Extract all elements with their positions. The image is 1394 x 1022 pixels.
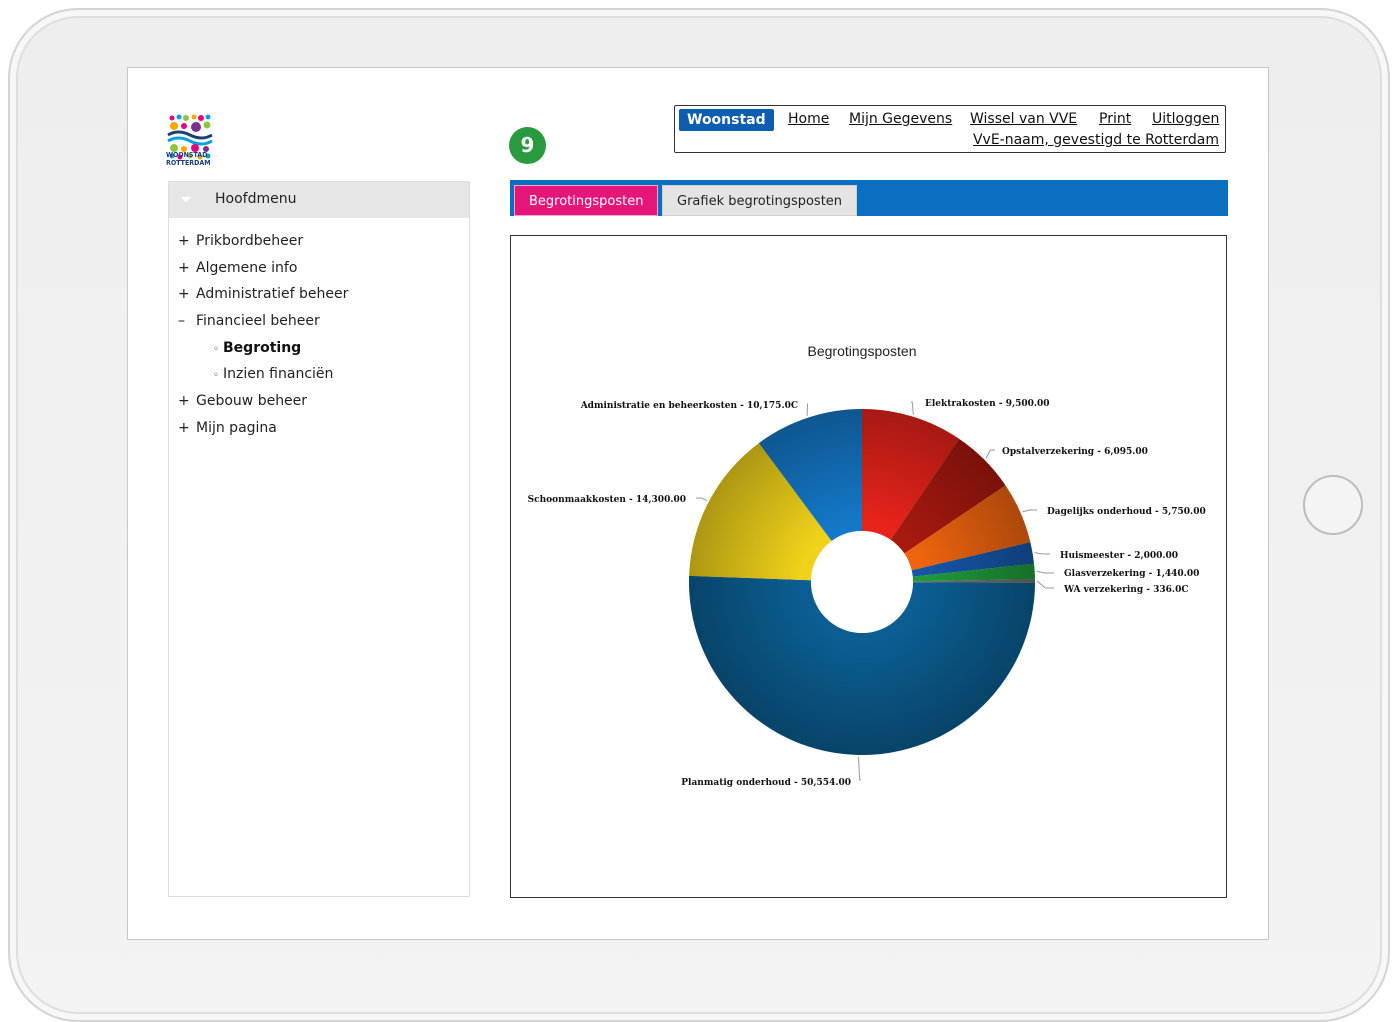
menu-item-label: Prikbordbeheer [196,233,304,249]
chart-panel: Elektrakosten - 9,500.00 Opstalverzekerin… [510,235,1227,898]
slice-label: Schoonmaakkosten - 14,300.00 [528,495,686,505]
tab-bar: Begrotingsposten Grafiek begrotingsposte… [510,180,1228,216]
donut-chart: Elektrakosten - 9,500.00 Opstalverzekerin… [528,343,1206,788]
slice-label: WA verzekering - 336.0C [1063,585,1189,595]
slice-leader-line [806,403,809,416]
tablet-home-button [1303,475,1363,535]
donut-hole [811,531,913,633]
menu-item-label: Administratief beheer [196,286,349,303]
menu-item-inzien-financien[interactable]: ◦ Inzien financiën [169,361,469,388]
slice-label: Planmatig onderhoud - 50,554.00 [681,778,851,788]
home-link[interactable]: Home [788,111,829,127]
sidebar-title: Hoofdmenu [215,191,297,207]
slice-leader-line [857,756,861,781]
slice-leader-line [1036,570,1054,574]
slice-label: Elektrakosten - 9,500.00 [925,399,1050,409]
slice-label: Dagelijks onderhoud - 5,750.00 [1047,507,1206,517]
slice-leader-line [1022,509,1037,513]
menu-item-begroting[interactable]: ◦ Begroting [169,335,469,362]
slice-label: Administratie en beheerkosten - 10,175.0… [580,401,798,411]
slice-leader-line [1034,552,1050,555]
slice-leader-line [985,449,995,459]
menu-item-mijn-pagina[interactable]: + Mijn pagina [169,415,469,442]
menu-item-financieel-beheer[interactable]: – Financieel beheer [169,308,469,335]
slice-leader-line [911,401,914,415]
expand-icon: + [178,393,190,410]
slice-label: Opstalverzekering - 6,095.00 [1002,447,1148,457]
step-badge: 9 [509,127,546,164]
logo-text-line2: ROTTERDAM [166,159,211,167]
main-menu: + Prikbordbeheer + Algemene info + Administ… [169,228,469,442]
expand-icon: + [178,286,190,303]
menu-item-label: Gebouw beheer [196,393,308,410]
menu-item-algemene-info[interactable]: + Algemene info [169,255,469,282]
menu-item-label: Mijn pagina [196,419,277,436]
bullet-icon: ◦ [213,370,219,382]
top-navigation: Woonstad Home Mijn Gegevens Wissel van V… [674,105,1226,153]
menu-item-label: Inzien financiën [223,366,334,383]
uitloggen-link[interactable]: Uitloggen [1152,111,1219,127]
menu-item-prikbordbeheer[interactable]: + Prikbordbeheer [169,228,469,255]
tab-grafiek-begrotingsposten[interactable]: Grafiek begrotingsposten [662,185,858,216]
logo-text: WOONSTAD ROTTERDAM [166,151,226,167]
mijn-gegevens-link[interactable]: Mijn Gegevens [849,111,952,127]
wissel-van-vve-link[interactable]: Wissel van VVE [970,111,1077,127]
menu-item-administratief-beheer[interactable]: + Administratief beheer [169,281,469,308]
expand-icon: + [178,419,190,436]
sidebar: Hoofdmenu + Prikbordbeheer + Algemene info… [168,181,470,897]
logo-text-line1: WOONSTAD [166,151,208,159]
tab-begrotingsposten[interactable]: Begrotingsposten [514,185,659,216]
menu-item-label: Financieel beheer [196,313,320,330]
menu-item-gebouw-beheer[interactable]: + Gebouw beheer [169,388,469,415]
bullet-icon: ◦ [213,343,219,355]
expand-icon: + [178,259,190,276]
sidebar-header[interactable]: Hoofdmenu [169,182,469,218]
brand-button[interactable]: Woonstad [679,109,774,131]
print-link[interactable]: Print [1099,111,1131,127]
slice-label: Glasverzekering - 1,440.00 [1064,569,1199,579]
slice-leader-line [696,497,708,502]
menu-item-label: Algemene info [196,259,298,276]
expand-icon: + [178,233,190,249]
caret-down-icon [181,197,191,202]
slice-label: Huismeester - 2,000.00 [1060,551,1178,561]
collapse-icon: – [178,313,185,330]
slice-leader-line [1036,580,1054,589]
vve-name-link[interactable]: VvE-naam, gevestigd te Rotterdam [973,132,1219,148]
chart-title: Begrotingsposten [808,343,917,359]
menu-item-label: Begroting [223,339,302,356]
